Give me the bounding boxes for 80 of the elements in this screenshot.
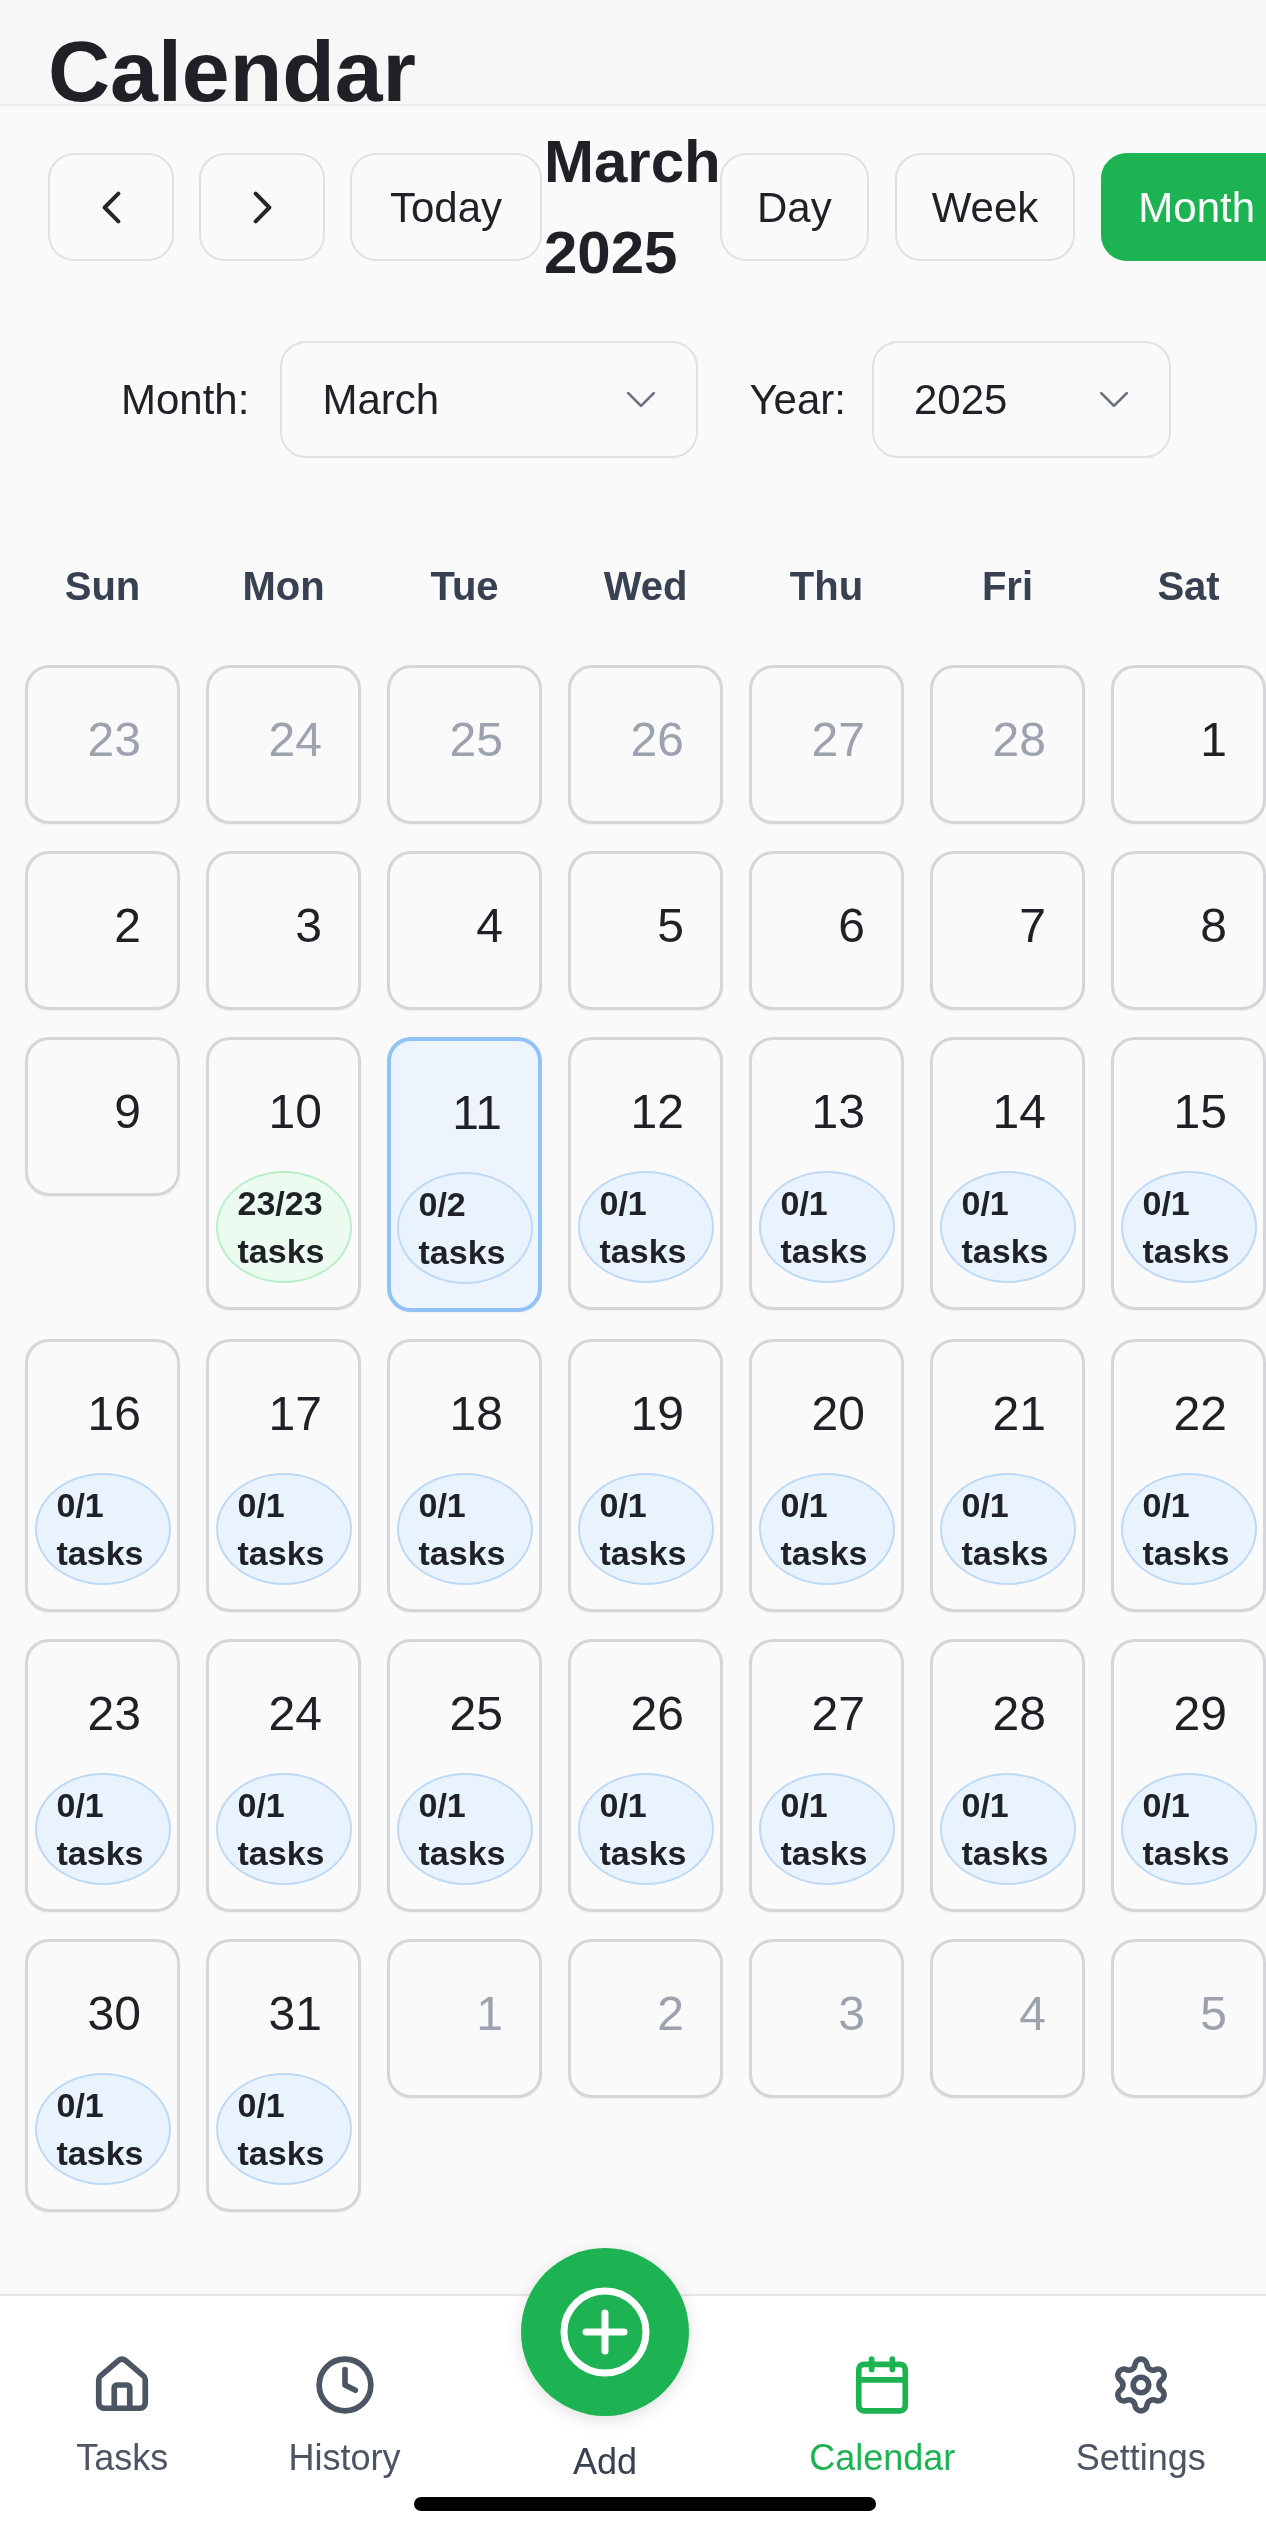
- nav-tab[interactable]: Tasks: [76, 2354, 169, 2480]
- month-label: Month:: [121, 375, 250, 425]
- task-count-badge: 0/1 tasks: [758, 1473, 895, 1585]
- day-cell[interactable]: 2: [25, 851, 180, 1010]
- task-count-badge: 0/1 tasks: [577, 1473, 714, 1585]
- clock-icon: [313, 2354, 376, 2416]
- day-cell[interactable]: 30 0/1 tasks: [25, 1939, 180, 2212]
- day-cell[interactable]: 28 0/1 tasks: [930, 1639, 1085, 1912]
- day-cell[interactable]: 20 0/1 tasks: [749, 1339, 904, 1612]
- day-cell[interactable]: 11 0/2 tasks: [387, 1037, 542, 1312]
- day-cell[interactable]: 23 0/1 tasks: [25, 1639, 180, 1912]
- task-count-badge: 0/1 tasks: [939, 1473, 1076, 1585]
- chevron-right-icon: [252, 190, 272, 224]
- day-cell[interactable]: 14 0/1 tasks: [930, 1037, 1085, 1310]
- day-cell[interactable]: 9: [25, 1037, 180, 1196]
- month-year-title: March 2025: [544, 127, 720, 288]
- day-cell[interactable]: 16 0/1 tasks: [25, 1339, 180, 1612]
- task-count-badge: 0/1 tasks: [215, 1473, 352, 1585]
- day-cell[interactable]: 5: [568, 851, 723, 1010]
- task-count-badge: 0/1 tasks: [939, 1171, 1076, 1283]
- task-count-badge: 0/1 tasks: [577, 1773, 714, 1885]
- day-cell[interactable]: 1: [1111, 665, 1266, 824]
- day-cell[interactable]: 19 0/1 tasks: [568, 1339, 723, 1612]
- task-count-badge: 0/1 tasks: [758, 1773, 895, 1885]
- year-label: Year:: [749, 375, 846, 425]
- task-count-badge: 0/1 tasks: [215, 2073, 352, 2185]
- day-cell[interactable]: 6: [749, 851, 904, 1010]
- day-cell[interactable]: 29 0/1 tasks: [1111, 1639, 1266, 1912]
- day-cell[interactable]: 12 0/1 tasks: [568, 1037, 723, 1310]
- day-cell[interactable]: 3: [206, 851, 361, 1010]
- chevron-down-icon: [626, 391, 657, 408]
- task-count-badge: 0/1 tasks: [939, 1773, 1076, 1885]
- weekday-label: Mon: [242, 563, 325, 610]
- weekday-label: Sun: [64, 563, 141, 610]
- day-cell[interactable]: 21 0/1 tasks: [930, 1339, 1085, 1612]
- day-cell[interactable]: 31 0/1 tasks: [206, 1939, 361, 2212]
- task-count-badge: 0/1 tasks: [1120, 1171, 1257, 1283]
- nav-tab[interactable]: History: [288, 2354, 401, 2480]
- page-title: Calendar: [48, 38, 417, 104]
- year-select[interactable]: 2025: [871, 341, 1171, 458]
- task-count-badge: 0/1 tasks: [34, 1473, 171, 1585]
- chevron-down-icon: [1098, 391, 1129, 408]
- task-count-badge: 0/1 tasks: [396, 1473, 533, 1585]
- task-count-badge: 0/1 tasks: [396, 1773, 533, 1885]
- day-cell[interactable]: 24 0/1 tasks: [206, 1639, 361, 1912]
- weekday-label: Fri: [981, 563, 1034, 610]
- day-cell[interactable]: 15 0/1 tasks: [1111, 1037, 1266, 1310]
- day-cell[interactable]: 13 0/1 tasks: [749, 1037, 904, 1310]
- task-count-badge: 23/23 tasks: [215, 1171, 352, 1283]
- task-count-badge: 0/1 tasks: [34, 1773, 171, 1885]
- add-button[interactable]: Add: [520, 2248, 689, 2484]
- task-count-badge: 0/2 tasks: [396, 1172, 533, 1284]
- weekday-label: Thu: [789, 563, 864, 610]
- task-count-badge: 0/1 tasks: [215, 1773, 352, 1885]
- day-cell[interactable]: 26 0/1 tasks: [568, 1639, 723, 1912]
- task-count-badge: 0/1 tasks: [1120, 1773, 1257, 1885]
- today-button[interactable]: Today: [350, 153, 542, 261]
- day-cell[interactable]: 10 23/23 tasks: [206, 1037, 361, 1310]
- day-cell[interactable]: 22 0/1 tasks: [1111, 1339, 1266, 1612]
- day-cell[interactable]: 27 0/1 tasks: [749, 1639, 904, 1912]
- day-cell[interactable]: 8: [1111, 851, 1266, 1010]
- task-count-badge: 0/1 tasks: [758, 1171, 895, 1283]
- weekday-label: Sat: [1157, 563, 1220, 610]
- day-cell[interactable]: 25 0/1 tasks: [387, 1639, 542, 1912]
- task-count-badge: 0/1 tasks: [34, 2073, 171, 2185]
- view-button[interactable]: Week: [894, 153, 1076, 261]
- nav-tab[interactable]: Settings: [1075, 2354, 1206, 2480]
- task-count-badge: 0/1 tasks: [577, 1171, 714, 1283]
- weekday-label: Wed: [603, 563, 688, 610]
- previous-button[interactable]: [48, 153, 174, 261]
- month-select[interactable]: March: [280, 341, 699, 458]
- day-cell[interactable]: 18 0/1 tasks: [387, 1339, 542, 1612]
- view-button[interactable]: Day: [720, 153, 869, 261]
- chevron-left-icon: [101, 190, 121, 224]
- next-button[interactable]: [199, 153, 325, 261]
- task-count-badge: 0/1 tasks: [1120, 1473, 1257, 1585]
- day-cell[interactable]: 7: [930, 851, 1085, 1010]
- day-cell[interactable]: 4: [387, 851, 542, 1010]
- day-cell[interactable]: 17 0/1 tasks: [206, 1339, 361, 1612]
- weekday-label: Tue: [430, 563, 499, 610]
